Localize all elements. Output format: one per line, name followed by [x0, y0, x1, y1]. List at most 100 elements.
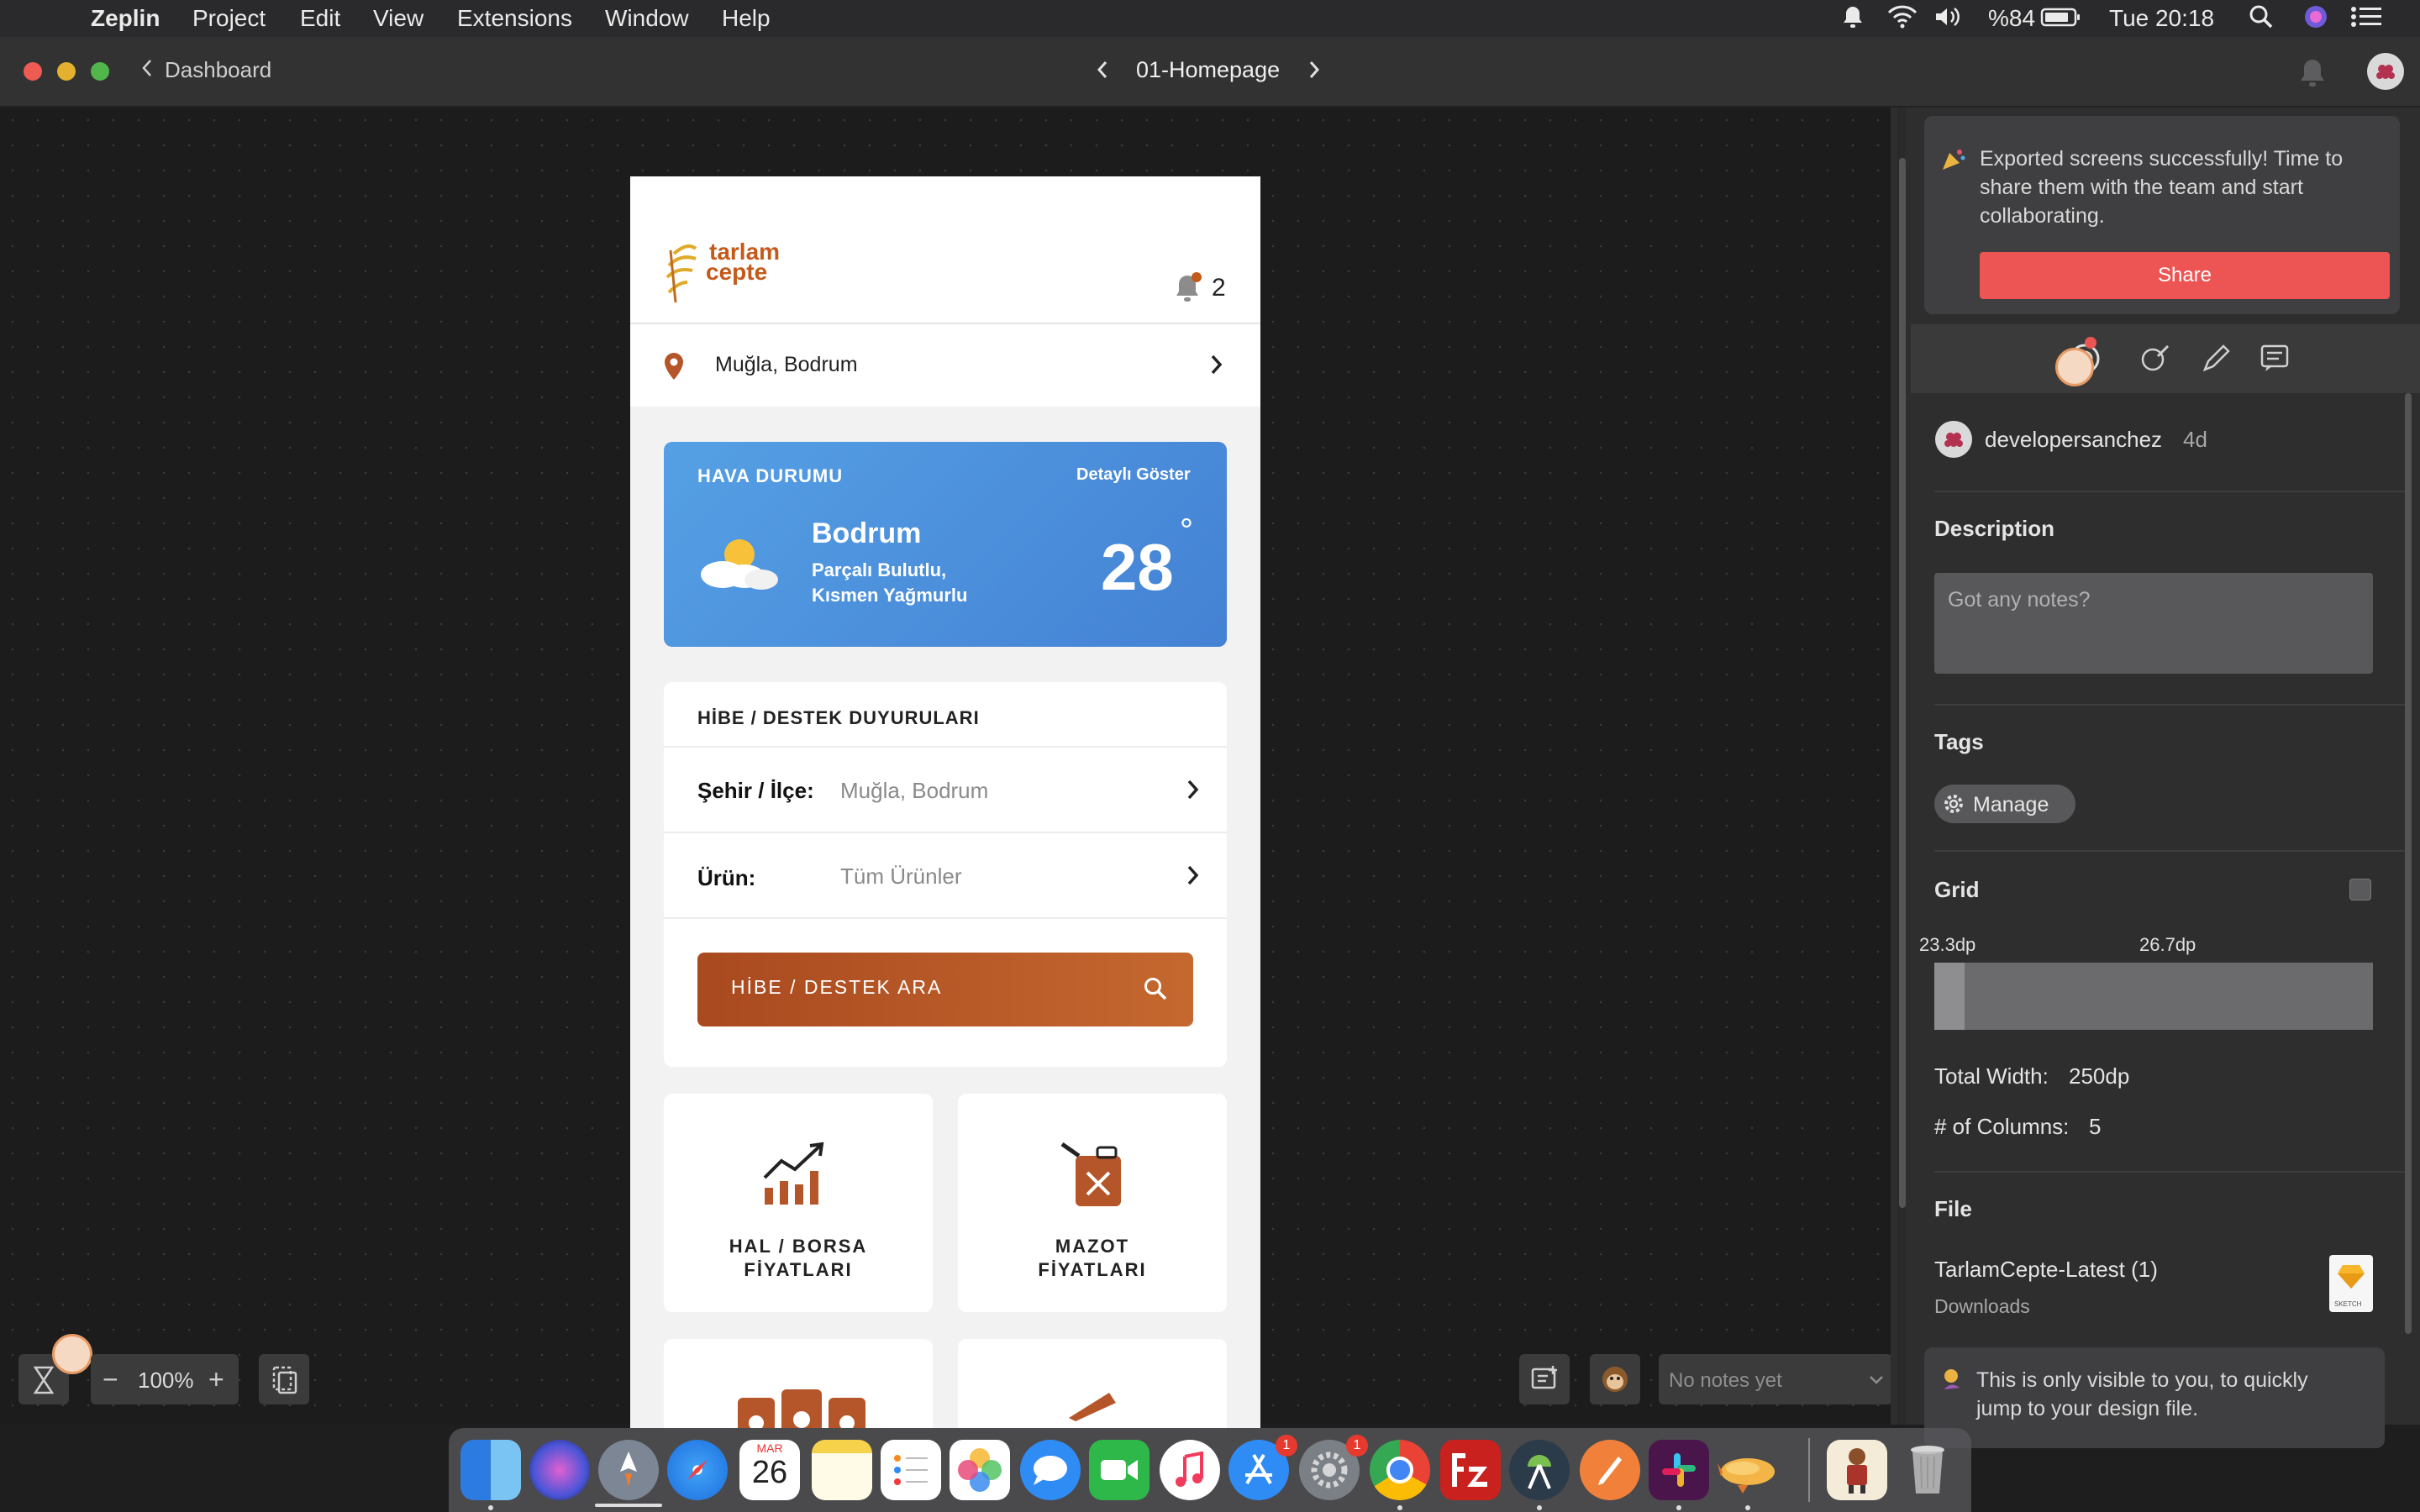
android-studio-dock-icon[interactable]	[1509, 1440, 1570, 1500]
private-note-line-2: jump to your design file.	[1976, 1397, 2199, 1420]
styleguide-tab-icon[interactable]	[2139, 343, 2171, 379]
next-screen-icon[interactable]	[1307, 59, 1321, 85]
clock[interactable]: Tue 20:18	[2109, 4, 2214, 33]
onboarding-hotspot[interactable]	[2055, 348, 2094, 386]
volume-icon[interactable]	[1933, 4, 1963, 36]
tool-icon	[1065, 1388, 1119, 1425]
location-row[interactable]: Muğla, Bodrum	[630, 324, 1260, 407]
description-textarea[interactable]: Got any notes?	[1934, 573, 2373, 674]
monkey-avatar-icon	[1600, 1364, 1630, 1399]
running-indicator	[1676, 1505, 1681, 1510]
finder-dock-icon[interactable]	[460, 1440, 521, 1500]
facetime-dock-icon[interactable]	[1089, 1440, 1150, 1500]
minimize-window-button[interactable]	[57, 62, 76, 81]
description-title: Description	[1934, 516, 2055, 541]
chevron-down-icon	[1869, 1374, 1884, 1389]
reminders-dock-icon[interactable]	[881, 1440, 941, 1500]
grid-title: Grid	[1934, 877, 1980, 902]
battery-icon[interactable]	[2040, 4, 2082, 36]
siri-dock-icon[interactable]	[529, 1440, 590, 1500]
zoom-out-button[interactable]: −	[103, 1364, 118, 1395]
author-avatar	[1934, 420, 1973, 463]
zeplin-dock-icon[interactable]	[1718, 1440, 1778, 1500]
location-pin-icon	[662, 351, 686, 386]
grant-search-button[interactable]: HİBE / DESTEK ARA	[697, 953, 1193, 1026]
columns-value: 5	[2089, 1114, 2102, 1139]
weather-city: Bodrum	[812, 517, 922, 549]
previous-screen-icon[interactable]	[1096, 59, 1109, 85]
filezilla-dock-icon[interactable]	[1440, 1440, 1501, 1500]
author-age: 4d	[2183, 427, 2207, 452]
file-name[interactable]: TarlamCepte-Latest (1)	[1934, 1257, 2158, 1283]
tile-label-line-2: FİYATLARI	[1038, 1259, 1147, 1280]
notification-center-icon[interactable]	[2349, 4, 2383, 36]
onboarding-hotspot[interactable]	[52, 1334, 92, 1374]
tile-market-prices[interactable]: HAL / BORSA FİYATLARI	[664, 1094, 933, 1312]
user-filter-button[interactable]	[1590, 1354, 1640, 1404]
weather-degree-symbol: °	[1180, 512, 1193, 549]
photos-dock-icon[interactable]	[950, 1440, 1010, 1500]
tile-partial-left[interactable]	[664, 1339, 933, 1428]
notes-dock-icon[interactable]	[812, 1440, 872, 1500]
tile-partial-right[interactable]	[958, 1339, 1227, 1428]
chrome-dock-icon[interactable]	[1370, 1440, 1430, 1500]
add-note-button[interactable]	[1519, 1354, 1570, 1404]
grant-search-label: HİBE / DESTEK ARA	[731, 976, 943, 998]
divider	[1934, 850, 2412, 852]
city-filter-row[interactable]: Şehir / İlçe: Muğla, Bodrum	[664, 748, 1227, 832]
menu-app-name[interactable]: Zeplin	[91, 4, 160, 33]
slack-dock-icon[interactable]	[1649, 1440, 1709, 1500]
notifications-muted-icon[interactable]	[1839, 4, 1867, 36]
siri-icon[interactable]	[2302, 4, 2329, 38]
calendar-dock-icon[interactable]: MAR 26	[739, 1440, 800, 1500]
tile-fuel-prices[interactable]: MAZOT FİYATLARI	[958, 1094, 1227, 1312]
comments-tab-icon[interactable]	[2259, 343, 2291, 379]
postman-dock-icon[interactable]	[1580, 1440, 1640, 1500]
panel-scrollbar[interactable]	[2405, 393, 2412, 1334]
share-button[interactable]: Share	[1980, 252, 2390, 299]
safari-dock-icon[interactable]	[667, 1440, 728, 1500]
close-window-button[interactable]	[24, 62, 42, 81]
share-button-label: Share	[2157, 264, 2212, 286]
spotlight-search-icon[interactable]	[2249, 4, 2274, 36]
menu-project[interactable]: Project	[192, 4, 266, 33]
music-dock-icon[interactable]	[1160, 1440, 1220, 1500]
fit-screen-button[interactable]	[259, 1354, 309, 1404]
zoom-in-button[interactable]: +	[208, 1364, 224, 1395]
menu-window[interactable]: Window	[605, 4, 689, 33]
notification-bell-icon[interactable]	[1173, 270, 1203, 308]
bell-icon[interactable]	[2294, 54, 2331, 95]
messages-dock-icon[interactable]	[1020, 1440, 1081, 1500]
divider	[1934, 491, 2412, 492]
weather-detail-link[interactable]: Detaylı Göster	[1076, 465, 1191, 485]
back-to-dashboard[interactable]: Dashboard	[141, 57, 271, 83]
pencil-tab-icon[interactable]	[2200, 343, 2232, 379]
menu-help[interactable]: Help	[722, 4, 771, 33]
notes-dropdown[interactable]: No notes yet	[1659, 1354, 1892, 1404]
menu-extensions[interactable]: Extensions	[457, 4, 572, 33]
menu-edit[interactable]: Edit	[300, 4, 340, 33]
product-filter-row[interactable]: Ürün: Tüm Ürünler	[664, 833, 1227, 917]
artboard-homepage[interactable]: tarlam cepte 2 Muğla, Bodrum HAVA DURUMU…	[630, 176, 1260, 1428]
divider	[1934, 1171, 2412, 1173]
sketch-file-icon[interactable]: SKETCH	[2329, 1255, 2373, 1312]
author-name[interactable]: developersanchez	[1985, 427, 2162, 453]
grid-toggle-checkbox[interactable]	[2349, 879, 2371, 900]
manage-tags-button[interactable]: Manage	[1934, 785, 2075, 823]
wifi-icon[interactable]	[1886, 4, 1919, 36]
canvas-scrollbar[interactable]	[1899, 158, 1906, 1208]
user-avatar[interactable]	[2366, 52, 2405, 95]
toast-message: Exported screens successfully! Time to s…	[1980, 144, 2343, 230]
inspector-panel: Exported screens successfully! Time to s…	[1891, 108, 2420, 1448]
zoom-window-button[interactable]	[91, 62, 109, 81]
grants-card: HİBE / DESTEK DUYURULARI Şehir / İlçe: M…	[664, 682, 1227, 1067]
product-filter-label: Ürün:	[697, 865, 756, 890]
zoom-control: − 100% +	[91, 1354, 239, 1404]
gear-icon	[1943, 793, 1965, 819]
trash-dock-icon[interactable]	[1897, 1440, 1958, 1500]
menu-view[interactable]: View	[373, 4, 424, 33]
description-placeholder: Got any notes?	[1948, 588, 2091, 612]
launchpad-dock-icon[interactable]	[598, 1440, 659, 1500]
weather-card[interactable]: HAVA DURUMU Detaylı Göster Bodrum Parçal…	[664, 442, 1227, 647]
recent-file-dock-icon[interactable]	[1827, 1440, 1887, 1500]
